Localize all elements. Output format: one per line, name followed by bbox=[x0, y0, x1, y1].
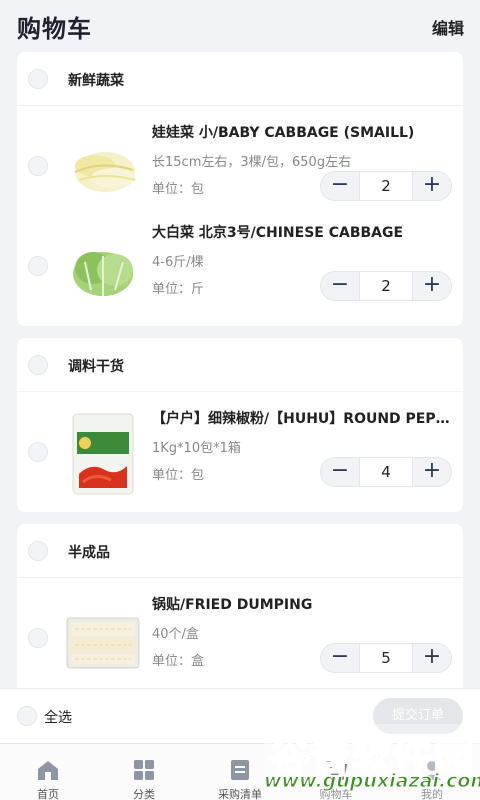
group-select-radio[interactable] bbox=[28, 69, 48, 89]
pepper-powder-bag-image bbox=[72, 413, 134, 495]
quantity-stepper: − 4 + bbox=[320, 457, 452, 487]
watermark: 谷普软件园 www.gupuxiazai.com bbox=[264, 724, 480, 800]
item-unit: 单位：包 bbox=[152, 182, 205, 197]
edit-button[interactable]: 编辑 bbox=[432, 15, 464, 39]
increase-button[interactable]: + bbox=[413, 172, 451, 200]
item-select-radio[interactable] bbox=[28, 156, 48, 176]
group-header: 新鲜蔬菜 bbox=[17, 52, 463, 106]
cart-group-semi-finished: 半成品 锅贴/FRIED DUMPING 40个/盒 单位：盒 − 5 + bbox=[17, 524, 463, 688]
item-select-radio[interactable] bbox=[28, 256, 48, 276]
cart-item: 【户户】细辣椒粉/【HUHU】ROUND PEPPER POWDER 1Kg*1… bbox=[17, 404, 463, 504]
item-spec: 1Kg*10包*1箱 bbox=[152, 441, 241, 456]
item-name: 锅贴/FRIED DUMPING bbox=[152, 597, 313, 613]
item-select-radio[interactable] bbox=[28, 628, 48, 648]
decrease-button[interactable]: − bbox=[321, 458, 359, 486]
item-name: 娃娃菜 小/BABY CABBAGE (SMAILL) bbox=[152, 125, 415, 141]
quantity-stepper: − 2 + bbox=[320, 271, 452, 301]
select-all-radio[interactable] bbox=[17, 706, 37, 726]
home-icon bbox=[38, 761, 58, 780]
decrease-button[interactable]: − bbox=[321, 272, 359, 300]
page-header: 购物车 编辑 bbox=[0, 0, 480, 52]
cart-list[interactable]: 新鲜蔬菜 娃娃菜 小/BABY CABBAGE (SMAILL) 长15cm左右… bbox=[0, 52, 480, 688]
page-title: 购物车 bbox=[17, 15, 92, 43]
quantity-value[interactable]: 2 bbox=[359, 272, 413, 300]
item-name: 【户户】细辣椒粉/【HUHU】ROUND PEPPER POWDER bbox=[152, 411, 457, 427]
tab-label: 首页 bbox=[37, 788, 59, 800]
baby-cabbage-image bbox=[74, 152, 136, 192]
item-unit: 单位：包 bbox=[152, 468, 205, 483]
group-select-radio[interactable] bbox=[28, 355, 48, 375]
item-name: 大白菜 北京3号/CHINESE CABBAGE bbox=[152, 225, 404, 241]
increase-button[interactable]: + bbox=[413, 272, 451, 300]
decrease-button[interactable]: − bbox=[321, 644, 359, 672]
quantity-stepper: − 5 + bbox=[320, 643, 452, 673]
item-select-radio[interactable] bbox=[28, 442, 48, 462]
cart-item: 锅贴/FRIED DUMPING 40个/盒 单位：盒 − 5 + bbox=[17, 590, 463, 688]
item-spec: 长15cm左右，3棵/包，650g左右 bbox=[152, 155, 352, 170]
chinese-cabbage-image bbox=[73, 252, 133, 296]
group-header: 调料干货 bbox=[17, 338, 463, 392]
quantity-stepper: − 2 + bbox=[320, 171, 452, 201]
cart-group-seasonings: 调料干货 【户户】细辣椒粉/【HUHU】ROUND PEPPER POWDER … bbox=[17, 338, 463, 512]
item-spec: 4-6斤/棵 bbox=[152, 255, 204, 270]
group-category-label: 调料干货 bbox=[68, 359, 124, 375]
cart-group-vegetables: 新鲜蔬菜 娃娃菜 小/BABY CABBAGE (SMAILL) 长15cm左右… bbox=[17, 52, 463, 326]
increase-button[interactable]: + bbox=[413, 644, 451, 672]
quantity-value[interactable]: 2 bbox=[359, 172, 413, 200]
dumpling-tray-image bbox=[66, 617, 140, 669]
tab-category[interactable]: 分类 bbox=[96, 744, 192, 800]
item-unit: 单位：斤 bbox=[152, 282, 205, 297]
tab-home[interactable]: 首页 bbox=[0, 744, 96, 800]
quantity-value[interactable]: 5 bbox=[359, 644, 413, 672]
group-header: 半成品 bbox=[17, 524, 463, 578]
decrease-button[interactable]: − bbox=[321, 172, 359, 200]
cart-item: 大白菜 北京3号/CHINESE CABBAGE 4-6斤/棵 单位：斤 − 2… bbox=[17, 218, 463, 318]
increase-button[interactable]: + bbox=[413, 458, 451, 486]
list-icon bbox=[231, 760, 249, 780]
item-unit: 单位：盒 bbox=[152, 654, 205, 669]
group-category-label: 半成品 bbox=[68, 545, 110, 561]
select-all-label[interactable]: 全选 bbox=[44, 707, 72, 727]
group-select-radio[interactable] bbox=[28, 541, 48, 561]
cart-item: 娃娃菜 小/BABY CABBAGE (SMAILL) 长15cm左右，3棵/包… bbox=[17, 118, 463, 218]
quantity-value[interactable]: 4 bbox=[359, 458, 413, 486]
tab-label: 分类 bbox=[133, 788, 155, 800]
watermark-url: www.gupuxiazai.com bbox=[264, 770, 480, 793]
group-category-label: 新鲜蔬菜 bbox=[68, 73, 124, 89]
item-spec: 40个/盒 bbox=[152, 627, 199, 642]
grid-icon bbox=[134, 760, 154, 780]
